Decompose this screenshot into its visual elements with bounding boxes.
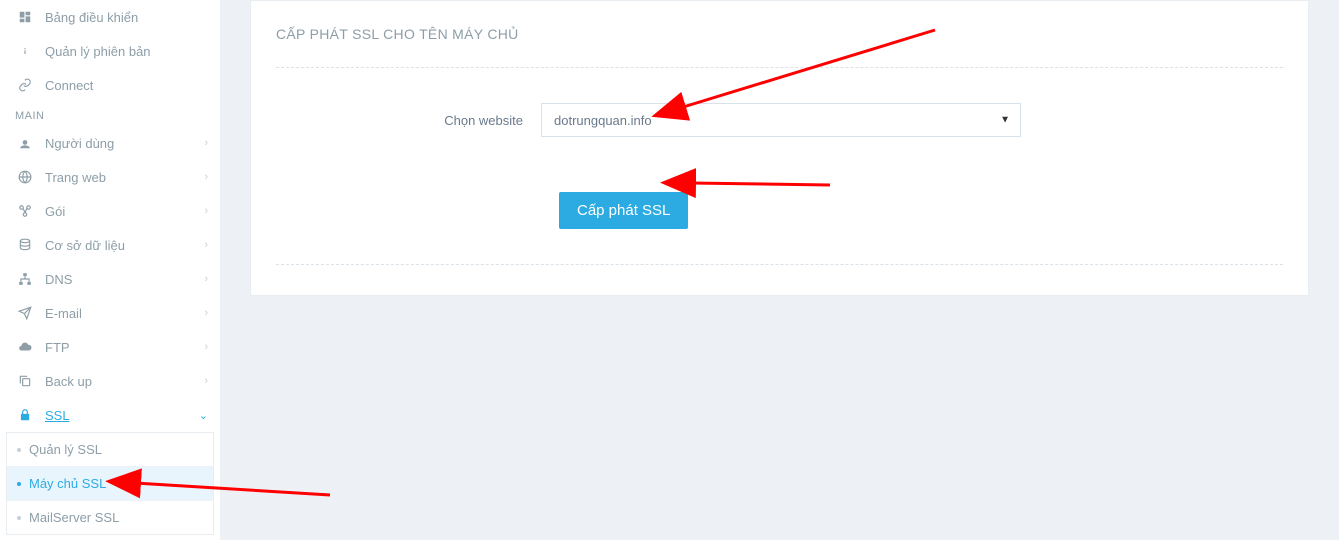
sidebar-item-packages[interactable]: Gói ›: [0, 194, 220, 228]
chevron-right-icon: ›: [204, 171, 208, 183]
main-content: CẤP PHÁT SSL CHO TÊN MÁY CHỦ Chọn websit…: [220, 0, 1339, 326]
submenu-item-label: MailServer SSL: [29, 510, 119, 525]
dashboard-icon: [15, 10, 35, 24]
submenu-item-mailserver-ssl[interactable]: MailServer SSL: [7, 500, 213, 534]
submenu-item-label: Quản lý SSL: [29, 442, 102, 457]
sidebar-item-label: Quản lý phiên bản: [45, 44, 151, 59]
sidebar-item-label: DNS: [45, 272, 72, 287]
divider: [276, 264, 1283, 265]
sidebar-item-users[interactable]: Người dùng ›: [0, 126, 220, 160]
divider: [276, 67, 1283, 68]
sidebar-item-dns[interactable]: DNS ›: [0, 262, 220, 296]
info-icon: [15, 44, 35, 58]
sidebar-item-label: Bảng điều khiển: [45, 10, 138, 25]
lock-icon: [15, 408, 35, 422]
globe-icon: [15, 170, 35, 184]
sidebar-item-label: Back up: [45, 374, 92, 389]
cloud-icon: [15, 340, 35, 354]
sidebar-item-label: Connect: [45, 78, 93, 93]
sidebar-item-backup[interactable]: Back up ›: [0, 364, 220, 398]
send-icon: [15, 306, 35, 320]
users-icon: [15, 136, 35, 150]
sidebar-item-ssl[interactable]: SSL ⌄: [0, 398, 220, 432]
issue-ssl-button[interactable]: Cấp phát SSL: [559, 192, 688, 229]
sidebar-item-email[interactable]: E-mail ›: [0, 296, 220, 330]
sitemap-icon: [15, 272, 35, 286]
sidebar-item-label: Trang web: [45, 170, 106, 185]
ssl-submenu: Quản lý SSL Máy chủ SSL MailServer SSL: [6, 432, 214, 535]
submenu-item-server-ssl[interactable]: Máy chủ SSL: [7, 466, 213, 500]
sidebar-item-label: FTP: [45, 340, 70, 355]
sidebar-item-version[interactable]: Quản lý phiên bản: [0, 34, 220, 68]
website-select[interactable]: dotrungquan.info ▼: [541, 103, 1021, 137]
sidebar-section-main: MAIN: [0, 102, 220, 126]
chevron-right-icon: ›: [204, 239, 208, 251]
sidebar-item-websites[interactable]: Trang web ›: [0, 160, 220, 194]
sidebar-item-label: Gói: [45, 204, 65, 219]
submenu-item-label: Máy chủ SSL: [29, 476, 106, 491]
bullet-icon: [17, 448, 21, 452]
copy-icon: [15, 374, 35, 388]
bullet-icon: [17, 482, 21, 486]
sidebar-item-label: E-mail: [45, 306, 82, 321]
ssl-issue-panel: CẤP PHÁT SSL CHO TÊN MÁY CHỦ Chọn websit…: [250, 0, 1309, 296]
panel-title: CẤP PHÁT SSL CHO TÊN MÁY CHỦ: [276, 26, 1283, 42]
sidebar-item-label: SSL: [45, 408, 70, 423]
select-website-label: Chọn website: [276, 113, 541, 128]
sidebar-item-ftp[interactable]: FTP ›: [0, 330, 220, 364]
chevron-right-icon: ›: [204, 341, 208, 353]
sidebar-item-label: Cơ sở dữ liệu: [45, 238, 125, 253]
sidebar-item-dashboard[interactable]: Bảng điều khiển: [0, 0, 220, 34]
chevron-down-icon: ⌄: [199, 409, 208, 422]
submenu-item-manage-ssl[interactable]: Quản lý SSL: [7, 433, 213, 466]
button-row: Cấp phát SSL: [276, 192, 1283, 229]
sidebar-item-label: Người dùng: [45, 136, 114, 151]
database-icon: [15, 238, 35, 252]
chevron-right-icon: ›: [204, 375, 208, 387]
chevron-right-icon: ›: [204, 205, 208, 217]
select-value: dotrungquan.info: [554, 113, 652, 128]
link-icon: [15, 78, 35, 92]
package-icon: [15, 204, 35, 218]
chevron-right-icon: ›: [204, 307, 208, 319]
website-select-row: Chọn website dotrungquan.info ▼: [276, 103, 1283, 137]
sidebar-item-database[interactable]: Cơ sở dữ liệu ›: [0, 228, 220, 262]
sidebar-item-connect[interactable]: Connect: [0, 68, 220, 102]
caret-down-icon: ▼: [1000, 115, 1010, 126]
sidebar: Bảng điều khiển Quản lý phiên bản Connec…: [0, 0, 220, 540]
bullet-icon: [17, 516, 21, 520]
chevron-right-icon: ›: [204, 273, 208, 285]
chevron-right-icon: ›: [204, 137, 208, 149]
